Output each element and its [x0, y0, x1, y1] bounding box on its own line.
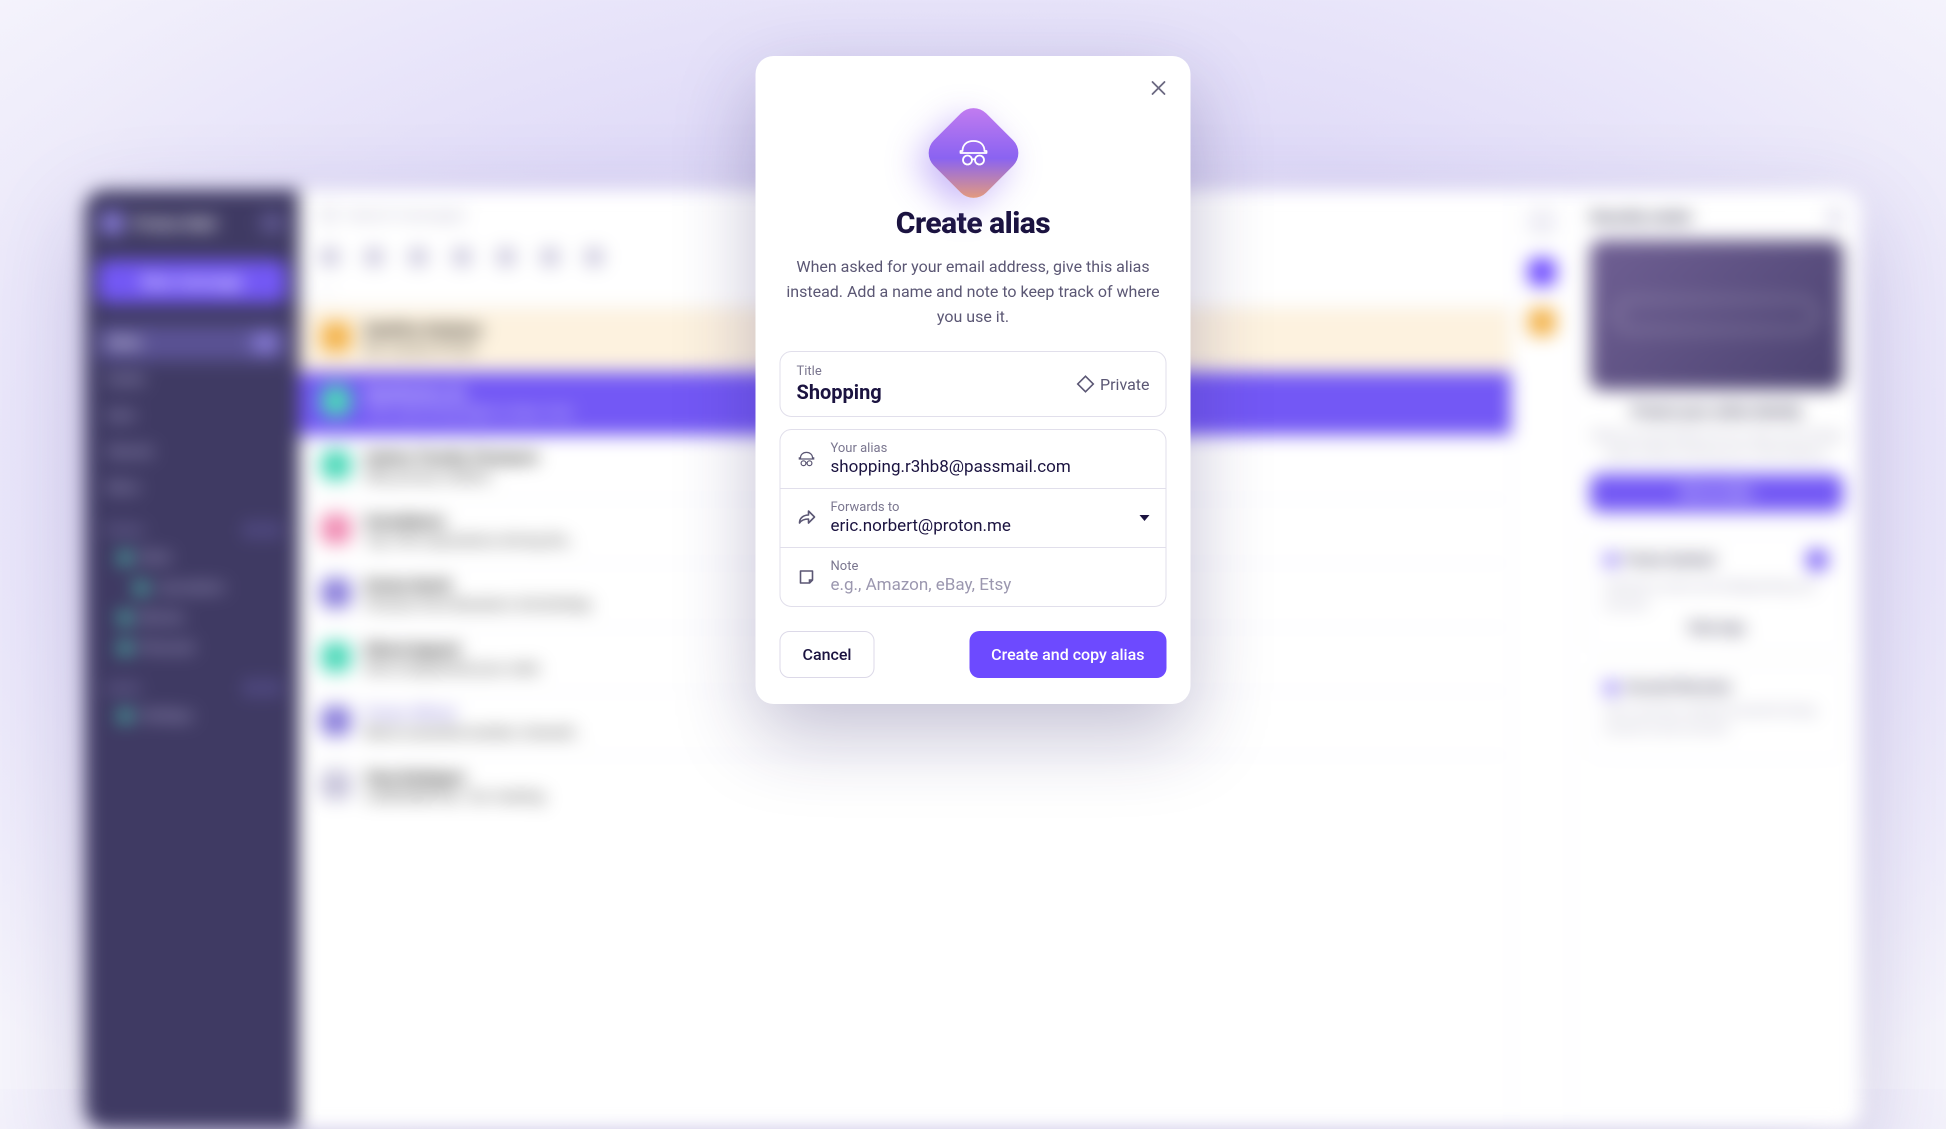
new-message-button: New message: [97, 260, 287, 303]
close-icon: [1151, 80, 1167, 96]
title-input[interactable]: [797, 380, 1065, 404]
folder-movies: Movies: [97, 603, 287, 633]
app-name: Proton Mail: [133, 214, 216, 233]
vault-icon: [1076, 375, 1094, 393]
folder-work: Work: [97, 543, 287, 573]
panel-hero: [1590, 240, 1843, 390]
security-panel: Security center Protect your online iden…: [1571, 190, 1861, 1129]
label-holidays: Holidays: [97, 701, 287, 731]
hamburger-icon: [261, 214, 283, 232]
cancel-button[interactable]: Cancel: [780, 631, 875, 678]
vault-selector[interactable]: Private: [1076, 375, 1149, 394]
title-field[interactable]: Title Private: [780, 351, 1167, 417]
modal-actions: Cancel Create and copy alias: [780, 631, 1167, 678]
modal-title: Create alias: [780, 206, 1167, 241]
sentinel-row: Proton Sentinel Sentinel is active and s…: [1590, 534, 1843, 651]
modal-icon-wrap: [780, 116, 1167, 190]
recovery-row: Account Recovery Set a recovery method t…: [1590, 665, 1843, 760]
app-logo: [101, 212, 123, 234]
vault-label: Private: [1100, 375, 1149, 394]
nav-starred: Starred: [97, 435, 287, 469]
sidebar: Proton Mail New message Inbox Drafts Sen…: [85, 190, 299, 1129]
create-and-copy-button[interactable]: Create and copy alias: [969, 631, 1166, 678]
note-icon: [798, 568, 816, 586]
note-label: Note: [831, 559, 1150, 574]
app-title-row: Proton Mail: [97, 208, 287, 238]
nav-more: More: [97, 471, 287, 505]
forwards-value: eric.norbert@proton.me: [831, 516, 1122, 536]
alias-field[interactable]: Your alias shopping.r3hb8@passmail.com: [781, 430, 1166, 488]
get-alias-button: Get an alias: [1590, 474, 1843, 512]
title-label: Title: [797, 364, 1065, 379]
close-button[interactable]: [1145, 74, 1173, 102]
search-icon: [321, 207, 337, 223]
folders-header: Folders: [105, 523, 279, 537]
modal-description: When asked for your email address, give …: [780, 255, 1167, 329]
alias-value: shopping.r3hb8@passmail.com: [831, 457, 1150, 477]
chevron-down-icon: [1140, 515, 1150, 521]
nav-sent: Sent: [97, 399, 287, 433]
folder-personal: Personal: [97, 633, 287, 663]
forwards-label: Forwards to: [831, 500, 1122, 515]
create-alias-modal: Create alias When asked for your email a…: [756, 56, 1191, 704]
labels-header: Labels: [105, 681, 279, 695]
incognito-small-icon: [797, 450, 817, 468]
alias-field-group: Your alias shopping.r3hb8@passmail.com F…: [780, 429, 1167, 607]
alias-gradient-icon: [921, 101, 1026, 206]
note-input[interactable]: [831, 575, 1150, 595]
nav-inbox: Inbox: [97, 325, 287, 361]
alias-label: Your alias: [831, 441, 1150, 456]
panel-title: Security center: [1590, 208, 1843, 226]
side-icons: [1511, 190, 1571, 1129]
nav-drafts: Drafts: [97, 363, 287, 397]
folder-journalism: Journalism: [97, 573, 287, 603]
note-field[interactable]: Note: [781, 547, 1166, 606]
message-row: Clara RodriguezCONFIDENTIAL: Our meeting: [299, 755, 1511, 819]
incognito-icon: [957, 138, 989, 168]
forward-icon: [797, 510, 817, 526]
forwards-field[interactable]: Forwards to eric.norbert@proton.me: [781, 488, 1166, 547]
